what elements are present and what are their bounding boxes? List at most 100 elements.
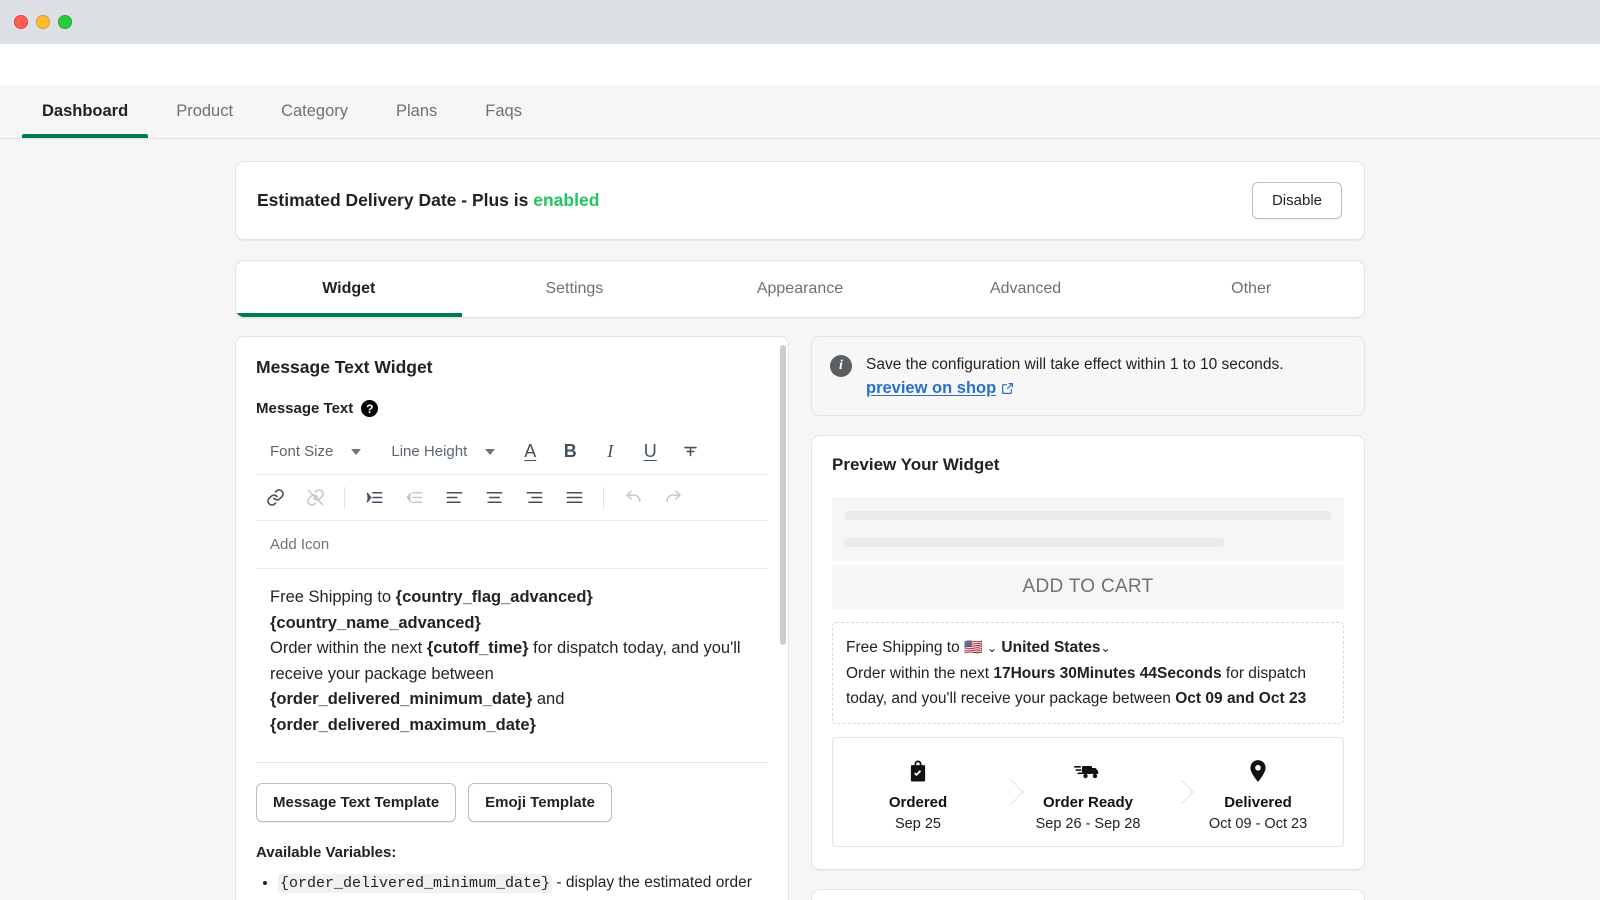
timeline-step-title: Delivered bbox=[1224, 793, 1292, 811]
app-status-banner: Estimated Delivery Date - Plus is enable… bbox=[235, 161, 1365, 240]
editor-line-2: Order within the next {cutoff_time} for … bbox=[270, 636, 754, 738]
font-size-dropdown[interactable]: Font Size bbox=[256, 443, 375, 460]
nav-item-faqs[interactable]: Faqs bbox=[461, 85, 546, 138]
preview-on-shop-link[interactable]: preview on shop bbox=[866, 379, 1014, 398]
app-status-text: Estimated Delivery Date - Plus is enable… bbox=[257, 190, 599, 211]
underline-label: U bbox=[643, 441, 657, 461]
window-maximize-button[interactable] bbox=[58, 15, 72, 29]
page-body: Estimated Delivery Date - Plus is enable… bbox=[0, 139, 1600, 900]
preview-widget-card: Preview Your Widget ADD TO CART Free Shi… bbox=[811, 435, 1365, 870]
bold-label: B bbox=[563, 441, 577, 461]
timeline-step-date: Sep 25 bbox=[895, 815, 941, 832]
tab-other[interactable]: Other bbox=[1138, 261, 1364, 317]
divider bbox=[256, 762, 768, 764]
card-scrollbar[interactable] bbox=[780, 345, 786, 645]
nav-item-product[interactable]: Product bbox=[152, 85, 257, 138]
italic-icon[interactable]: I bbox=[591, 435, 629, 469]
preview-countdown: 17Hours 30Minutes 44Seconds bbox=[993, 664, 1222, 682]
nav-label: Product bbox=[176, 102, 234, 120]
list-item: {order_delivered_minimum_date} - display… bbox=[278, 871, 768, 900]
editor-text-plain: Free Shipping to bbox=[270, 588, 396, 606]
nav-label: Dashboard bbox=[42, 102, 129, 120]
template-buttons: Message Text Template Emoji Template bbox=[256, 783, 768, 823]
status-badge: enabled bbox=[533, 190, 600, 210]
tab-appearance[interactable]: Appearance bbox=[687, 261, 913, 317]
tab-settings[interactable]: Settings bbox=[462, 261, 688, 317]
preview-country-name: United States bbox=[1001, 639, 1101, 657]
window-titlebar bbox=[0, 0, 1600, 44]
nav-item-plans[interactable]: Plans bbox=[372, 85, 461, 138]
timeline-step-title: Order Ready bbox=[1042, 793, 1134, 811]
tab-label: Appearance bbox=[756, 280, 844, 297]
timeline-step-order-ready: Order Ready Sep 26 - Sep 28 bbox=[1003, 738, 1173, 846]
page-title: Message Text Widget bbox=[256, 357, 433, 377]
tab-label: Settings bbox=[545, 280, 604, 297]
toolbar-row-1: Font Size Line Height A B I U bbox=[256, 429, 768, 475]
variable-code: {order_delivered_minimum_date} bbox=[278, 874, 553, 894]
preview-line-1: Free Shipping to 🇺🇸 ⌄ United States⌄ bbox=[846, 635, 1330, 660]
toolbar-row-2 bbox=[256, 475, 768, 521]
editor-line-1: Free Shipping to {country_flag_advanced}… bbox=[270, 585, 754, 636]
product-skeleton bbox=[832, 497, 1344, 562]
info-icon: i bbox=[830, 355, 852, 377]
editor-text-and: and bbox=[532, 690, 565, 709]
delivery-timeline: Ordered Sep 25 Order Ready Sep 26 - Sep … bbox=[832, 736, 1344, 847]
add-icon-button[interactable]: Add Icon bbox=[256, 521, 768, 569]
text-color-label: A bbox=[524, 441, 537, 461]
available-variables-heading: Available Variables: bbox=[256, 844, 397, 862]
add-icon-label: Add Icon bbox=[270, 536, 330, 553]
right-column: i Save the configuration will take effec… bbox=[811, 336, 1365, 900]
add-to-cart-button[interactable]: ADD TO CART bbox=[832, 565, 1344, 610]
nav-item-category[interactable]: Category bbox=[257, 85, 372, 138]
message-text-template-button[interactable]: Message Text Template bbox=[256, 783, 457, 823]
chevron-down-icon bbox=[351, 448, 362, 455]
question-mark-icon[interactable]: ? bbox=[361, 400, 379, 417]
message-text-widget-card: Message Text Widget Message Text ? Font … bbox=[235, 336, 789, 900]
line-height-dropdown[interactable]: Line Height bbox=[377, 443, 509, 460]
tab-widget[interactable]: Widget bbox=[236, 261, 462, 317]
align-right-icon[interactable] bbox=[515, 481, 553, 515]
nav-item-dashboard[interactable]: Dashboard bbox=[18, 85, 152, 138]
align-left-icon[interactable] bbox=[435, 481, 473, 515]
editor-text-order-within: Order within the next bbox=[270, 639, 427, 658]
preview-order-within-text: Order within the next bbox=[846, 664, 994, 682]
bag-check-icon bbox=[839, 754, 997, 788]
align-center-icon[interactable] bbox=[475, 481, 513, 515]
align-justify-icon[interactable] bbox=[555, 481, 593, 515]
indent-icon[interactable] bbox=[355, 481, 393, 515]
field-label: Message Text bbox=[256, 400, 354, 417]
undo-icon[interactable] bbox=[614, 481, 652, 515]
disable-button[interactable]: Disable bbox=[1251, 182, 1342, 219]
emoji-template-button[interactable]: Emoji Template bbox=[468, 783, 612, 823]
tab-advanced[interactable]: Advanced bbox=[913, 261, 1139, 317]
redo-icon[interactable] bbox=[654, 481, 692, 515]
underline-icon[interactable]: U bbox=[631, 435, 669, 469]
strikethrough-icon[interactable] bbox=[671, 435, 709, 469]
content-columns: Message Text Widget Message Text ? Font … bbox=[235, 336, 1365, 900]
available-variables-list: {order_delivered_minimum_date} - display… bbox=[278, 871, 768, 900]
italic-label: I bbox=[607, 441, 614, 461]
toolbar-divider bbox=[603, 486, 604, 509]
timeline-step-title: Ordered bbox=[888, 793, 948, 811]
chevron-down-icon bbox=[485, 448, 496, 455]
bold-icon[interactable]: B bbox=[551, 435, 589, 469]
text-color-icon[interactable]: A bbox=[511, 435, 549, 469]
nav-label: Plans bbox=[396, 102, 438, 120]
primary-navigation: Dashboard Product Category Plans Faqs bbox=[0, 85, 1600, 139]
font-size-label: Font Size bbox=[270, 443, 334, 460]
message-text-editor[interactable]: Free Shipping to {country_flag_advanced}… bbox=[256, 569, 768, 738]
unlink-icon[interactable] bbox=[296, 481, 334, 515]
editor-variable-min-date: {order_delivered_minimum_date} bbox=[270, 690, 533, 709]
external-link-icon bbox=[1002, 383, 1014, 395]
need-help-card: Need help? Send an Email Contact us via … bbox=[811, 888, 1365, 900]
preview-on-shop-label: preview on shop bbox=[866, 379, 997, 398]
window-minimize-button[interactable] bbox=[36, 15, 50, 29]
info-banner-text: Save the configuration will take effect … bbox=[866, 356, 1284, 373]
preview-date-range: Oct 09 and Oct 23 bbox=[1175, 689, 1307, 707]
section-tabs: Widget Settings Appearance Advanced Othe… bbox=[235, 260, 1365, 318]
window-close-button[interactable] bbox=[14, 15, 28, 29]
outdent-icon[interactable] bbox=[395, 481, 433, 515]
link-icon[interactable] bbox=[256, 481, 294, 515]
editor-variable-max-date: {order_delivered_maximum_date} bbox=[270, 715, 536, 734]
editor-variable-country-name: {country_name_advanced} bbox=[270, 613, 481, 632]
